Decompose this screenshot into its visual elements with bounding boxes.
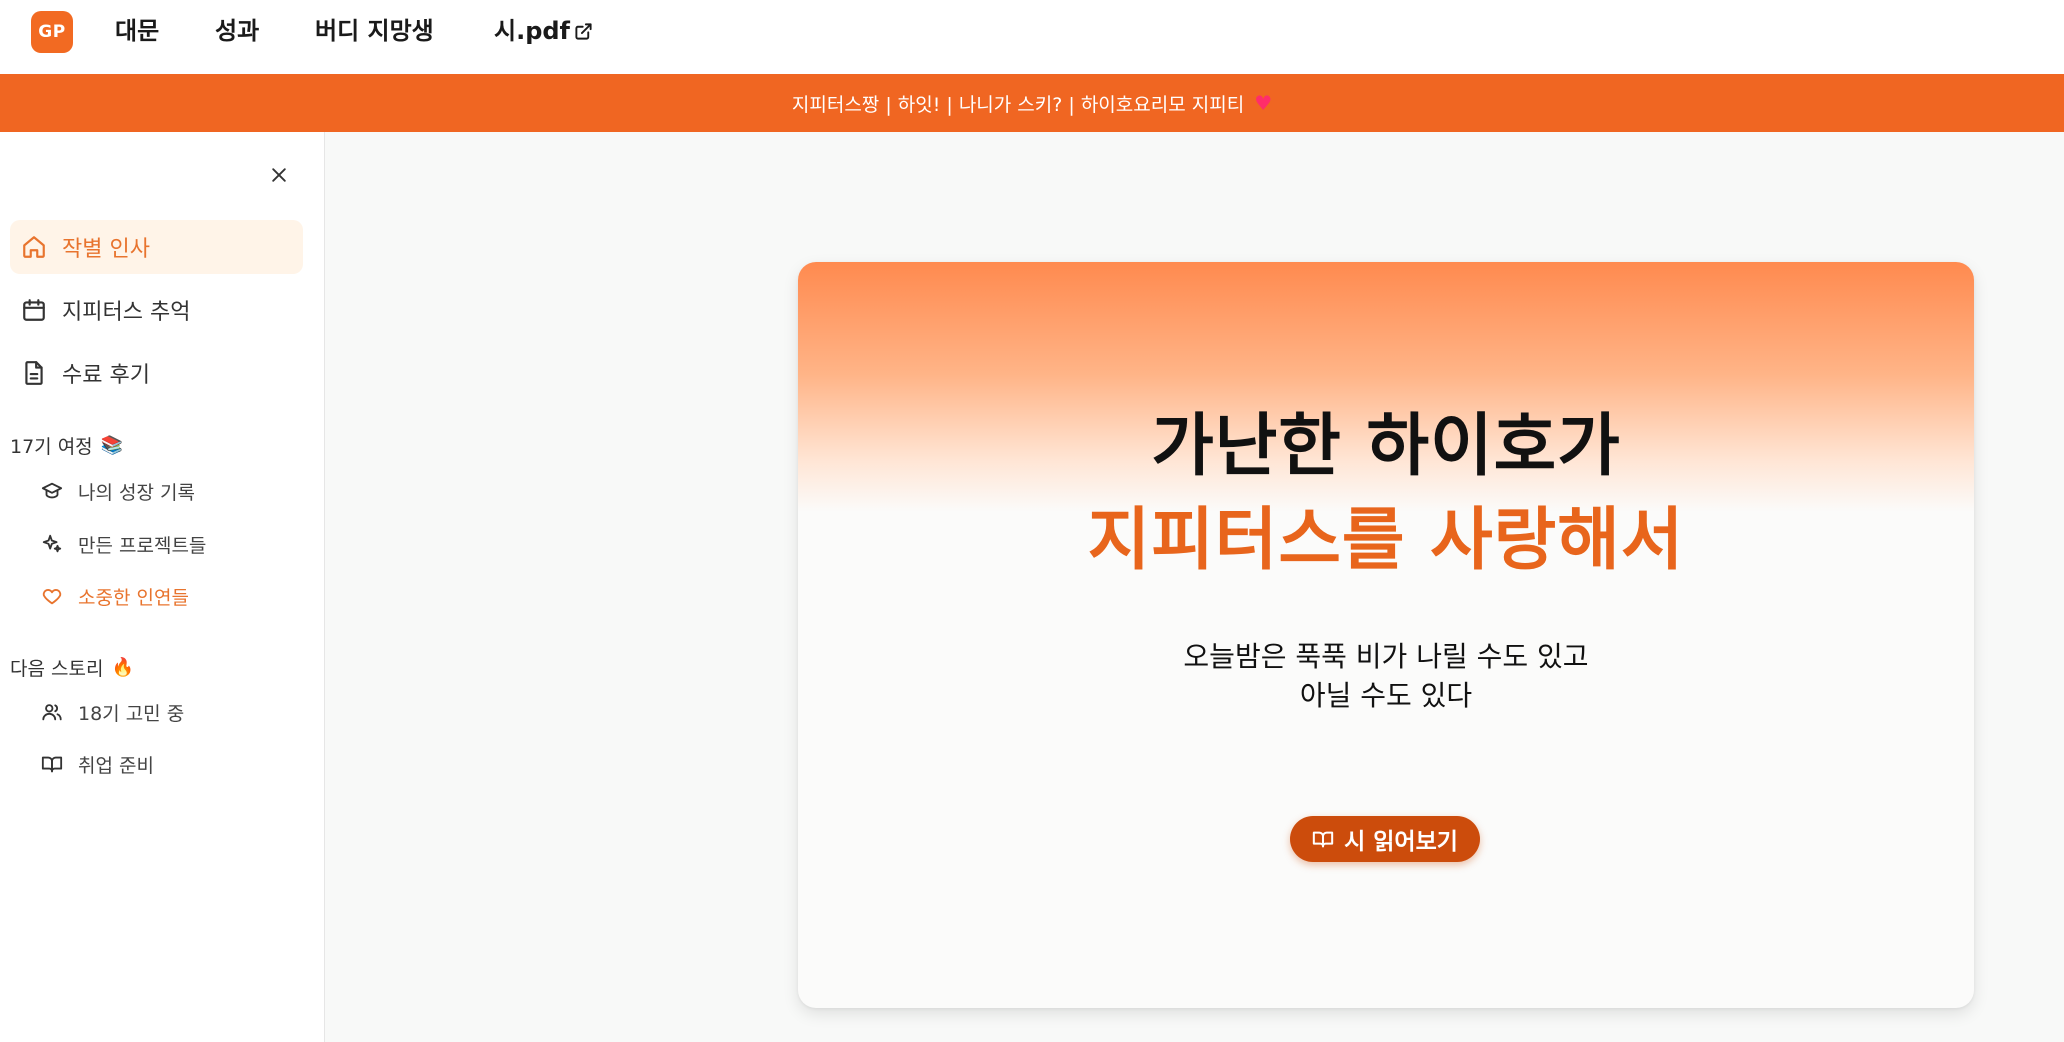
graduation-cap-icon: [40, 479, 64, 503]
users-icon: [40, 700, 64, 724]
sidebar-item-label: 작별 인사: [62, 237, 150, 262]
read-poem-label: 시 읽어보기: [1344, 829, 1458, 855]
book-icon: [1312, 831, 1334, 848]
hero-title-line1: 가난한 하이호가: [1151, 407, 1621, 486]
sidebar-item-label: 18기 고민 중: [78, 702, 185, 725]
external-link-icon: [575, 23, 592, 40]
section-title-label: 다음 스토리: [10, 658, 104, 680]
book-icon: [40, 752, 64, 776]
sidebar-item-label: 소중한 인연들: [78, 586, 189, 609]
section-title-journey: 17기 여정 📚: [10, 432, 123, 459]
nav-link-poem-pdf-label: 시.pdf: [494, 17, 570, 45]
close-icon: [272, 168, 286, 182]
sidebar-item-review[interactable]: 수료 후기: [10, 346, 303, 400]
sidebar-item-job-prep[interactable]: 취업 준비: [40, 746, 154, 782]
sidebar-item-growth[interactable]: 나의 성장 기록: [40, 473, 195, 509]
nav-link-main[interactable]: 대문: [115, 14, 159, 48]
section-title-next-story: 다음 스토리 🔥: [10, 654, 134, 681]
section-title-label: 17기 여정: [10, 436, 93, 458]
sidebar-item-label: 수료 후기: [62, 363, 150, 388]
sidebar-item-label: 만든 프로젝트들: [78, 534, 207, 557]
heart-icon: ♥: [1254, 91, 1273, 115]
sparkles-icon: [40, 532, 64, 556]
top-nav: GP 대문 성과 버디 지망생 시.pdf: [0, 0, 2064, 74]
books-icon: 📚: [100, 435, 124, 456]
sidebar-item-label: 지피터스 추억: [62, 300, 191, 325]
hero-body-line2: 아닐 수도 있다: [1299, 679, 1473, 712]
nav-link-poem-pdf[interactable]: 시.pdf: [494, 14, 593, 48]
hero-title-line2: 지피터스를 사랑해서: [1087, 501, 1685, 580]
sidebar-item-label: 나의 성장 기록: [78, 481, 195, 504]
heart-icon: [40, 584, 64, 608]
sidebar-item-18th-cohort[interactable]: 18기 고민 중: [40, 694, 184, 730]
announcement-banner: 지피터스짱 | 하잇! | 나니가 스키? | 하이호요리모 지피티 ♥: [0, 74, 2064, 132]
sidebar-item-farewell[interactable]: 작별 인사: [10, 220, 303, 274]
read-poem-button[interactable]: 시 읽어보기: [1290, 816, 1480, 862]
sidebar: 작별 인사 지피터스 추억 수료 후기 17기 여정 📚 나의 성장 기록 만든…: [0, 132, 325, 1042]
logo[interactable]: GP: [31, 11, 73, 53]
sidebar-item-connections[interactable]: 소중한 인연들: [40, 578, 189, 614]
nav-link-achievements[interactable]: 성과: [215, 14, 259, 48]
sidebar-item-memories[interactable]: 지피터스 추억: [10, 283, 303, 337]
calendar-icon: [20, 296, 48, 324]
sidebar-item-projects[interactable]: 만든 프로젝트들: [40, 526, 206, 562]
home-icon: [20, 233, 48, 261]
sidebar-item-label: 취업 준비: [78, 754, 154, 777]
hero-body-line1: 오늘밤은 푹푹 비가 나릴 수도 있고: [1183, 640, 1589, 673]
document-icon: [20, 359, 48, 387]
nav-link-buddy[interactable]: 버디 지망생: [315, 14, 434, 48]
banner-text: 지피터스짱 | 하잇! | 나니가 스키? | 하이호요리모 지피티: [791, 93, 1245, 116]
close-sidebar-button[interactable]: [266, 162, 292, 188]
fire-icon: 🔥: [111, 657, 134, 678]
hero-card: 가난한 하이호가 지피터스를 사랑해서 오늘밤은 푹푹 비가 나릴 수도 있고 …: [798, 262, 1974, 1008]
